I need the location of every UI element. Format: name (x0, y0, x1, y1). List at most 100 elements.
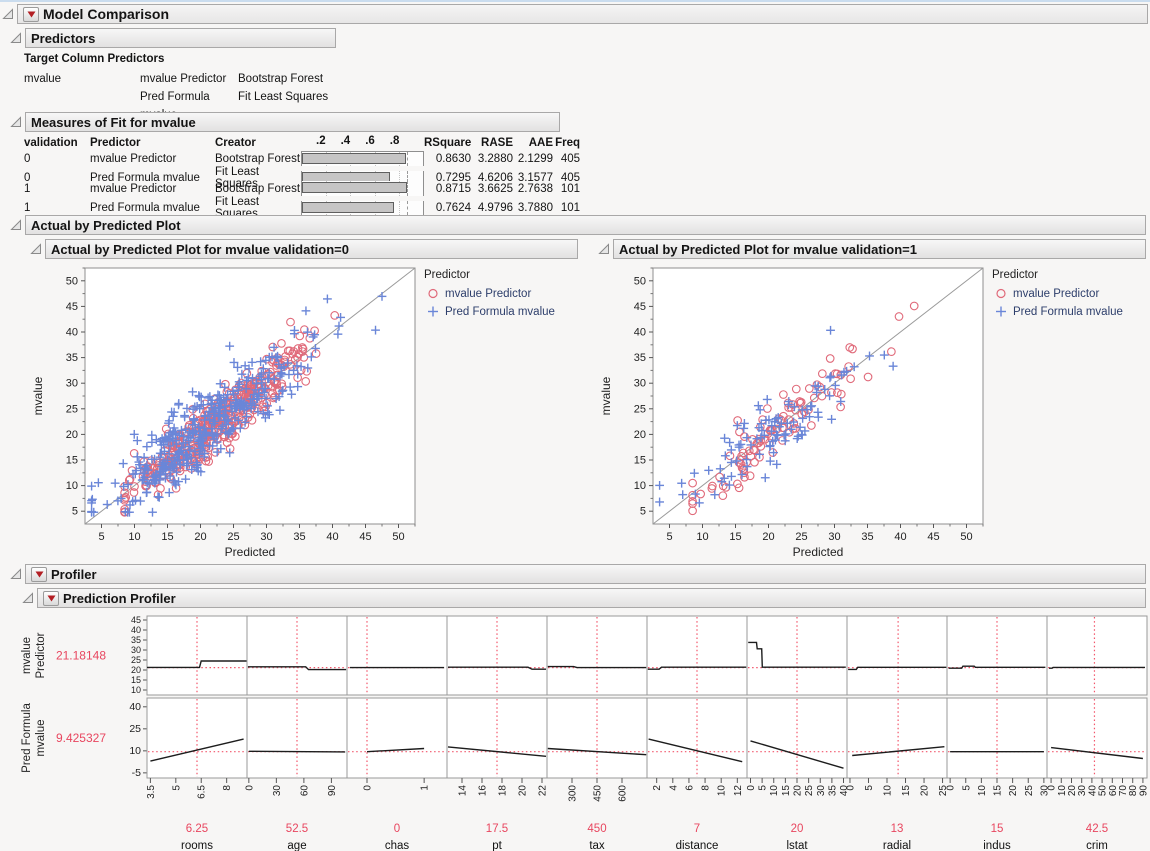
profiler-title-bar[interactable]: Profiler (25, 564, 1146, 584)
factor-current-value[interactable]: 6.25 (186, 823, 208, 835)
rsquare-bar-cell (301, 151, 424, 166)
scatter-plot-validation0[interactable]: 55101015152020252530303535404045455050Pr… (28, 262, 588, 562)
factor-current-value[interactable]: 0 (394, 823, 400, 835)
factor-name-label: indus (983, 840, 1011, 851)
disclosure-triangle-icon[interactable] (22, 592, 34, 604)
y-tick-label: 35 (634, 352, 646, 364)
actual-by-predicted-title-bar[interactable]: Actual by Predicted Plot (25, 215, 1146, 235)
section-title: Actual by Predicted Plot (31, 218, 181, 233)
scatter-plot-validation1[interactable]: 55101015152020252530303535404045455050Pr… (596, 262, 1150, 562)
profiler-panel[interactable] (347, 616, 447, 695)
measures-cell-num: 101 (553, 183, 580, 195)
x-tick-label: 45 (927, 531, 939, 543)
predictors-title-bar[interactable]: Predictors (25, 28, 336, 48)
profiler-y-tick-label: 10 (129, 745, 141, 757)
abp-validation1-header: Actual by Predicted Plot for mvalue vali… (598, 239, 1146, 259)
disclosure-triangle-icon[interactable] (10, 219, 22, 231)
profiler-panel[interactable] (347, 698, 447, 778)
profiler-panel[interactable] (847, 698, 947, 778)
y-tick-label: 10 (66, 480, 78, 492)
x-tick-label: 15 (161, 531, 173, 543)
measures-of-fit-title-bar[interactable]: Measures of Fit for mvalue (25, 112, 560, 132)
measures-cell-num: 405 (553, 153, 580, 165)
legend-item-label[interactable]: mvalue Predictor (1013, 288, 1099, 300)
bar-axis-tick-label: .4 (341, 135, 351, 147)
measures-col-header: Predictor (90, 137, 215, 149)
profiler-x-tick-label: 15 (781, 785, 792, 797)
legend-marker-circle[interactable] (429, 290, 437, 298)
x-tick-label: 15 (729, 531, 741, 543)
disclosure-triangle-icon[interactable] (10, 116, 22, 128)
red-triangle-menu-button[interactable] (23, 7, 39, 22)
profiler-x-tick-label: 450 (593, 785, 604, 802)
profiler-y-tick-label: 25 (129, 723, 141, 735)
profiler-x-tick-label: 16 (478, 785, 489, 797)
x-tick-label: 20 (194, 531, 206, 543)
legend-item-label[interactable]: Pred Formula mvalue (445, 306, 555, 318)
measures-cell-num: 0.8630 (424, 153, 471, 165)
measures-row[interactable]: 0Pred Formula mvalueFit Least Squares0.7… (24, 166, 580, 181)
measures-cell: 1 (24, 202, 90, 214)
prediction-profiler-plot[interactable]: mvaluePredictor21.181481015202530354045P… (0, 612, 1150, 851)
profiler-x-tick-label: 35 (827, 785, 838, 797)
red-triangle-menu-button[interactable] (43, 591, 59, 606)
y-tick-label: 40 (66, 327, 78, 339)
model-comparison-header: Model Comparison (2, 4, 1148, 24)
disclosure-triangle-icon[interactable] (598, 243, 610, 255)
factor-current-value[interactable]: 450 (587, 823, 606, 835)
profiler-row-label: Pred Formula (21, 703, 33, 773)
legend-item-label[interactable]: Pred Formula mvalue (1013, 306, 1123, 318)
abp-validation0-title-bar[interactable]: Actual by Predicted Plot for mvalue vali… (45, 239, 578, 259)
red-triangle-menu-button[interactable] (31, 567, 47, 582)
profiler-current-value[interactable]: 21.18148 (56, 649, 106, 663)
profile-trace (249, 751, 345, 752)
profiler-x-tick-label: 10 (977, 785, 988, 797)
profiler-x-tick-label: 4 (668, 785, 679, 791)
y-tick-label: 25 (66, 403, 78, 415)
measures-cell-num: 4.9796 (471, 202, 513, 214)
x-tick-label: 30 (260, 531, 272, 543)
factor-name-label: crim (1086, 840, 1108, 851)
factor-current-value[interactable]: 17.5 (486, 823, 508, 835)
factor-name-label: tax (589, 840, 605, 851)
measures-row[interactable]: 1mvalue PredictorBootstrap Forest0.87153… (24, 181, 580, 196)
disclosure-triangle-icon[interactable] (10, 568, 22, 580)
legend-marker-circle[interactable] (997, 290, 1005, 298)
x-tick-label: 5 (98, 531, 104, 543)
model-comparison-title-bar[interactable]: Model Comparison (17, 4, 1148, 24)
profiler-current-value[interactable]: 9.425327 (56, 731, 106, 745)
measures-row[interactable]: 1Pred Formula mvalueFit Least Squares0.7… (24, 196, 580, 211)
plot-title: Actual by Predicted Plot for mvalue vali… (619, 242, 917, 257)
factor-current-value[interactable]: 20 (791, 823, 804, 835)
y-tick-label: 5 (640, 506, 646, 518)
profiler-panel[interactable] (1047, 616, 1147, 695)
measures-header-row: validationPredictorCreator.2.4.6.8RSquar… (24, 134, 580, 151)
measures-cell-num: 2.7638 (513, 183, 553, 195)
profiler-panel[interactable] (1047, 698, 1147, 778)
profiler-x-tick-label: 18 (498, 785, 509, 797)
factor-current-value[interactable]: 13 (891, 823, 904, 835)
bar-axis-tick-label: .2 (316, 135, 326, 147)
abp-validation1-title-bar[interactable]: Actual by Predicted Plot for mvalue vali… (613, 239, 1146, 259)
y-tick-label: 30 (634, 378, 646, 390)
disclosure-triangle-icon[interactable] (30, 243, 42, 255)
factor-current-value[interactable]: 52.5 (286, 823, 308, 835)
factor-current-value[interactable]: 7 (694, 823, 700, 835)
profiler-panel[interactable] (847, 616, 947, 695)
section-title: Measures of Fit for mvalue (31, 115, 196, 130)
profiler-x-tick-label: 5 (758, 785, 769, 791)
legend-item-label[interactable]: mvalue Predictor (445, 288, 531, 300)
actual-by-predicted-header: Actual by Predicted Plot (10, 215, 1146, 235)
x-axis-label: Predicted (793, 545, 844, 559)
disclosure-triangle-icon[interactable] (2, 8, 14, 20)
factor-current-value[interactable]: 15 (991, 823, 1004, 835)
measures-row[interactable]: 0mvalue PredictorBootstrap Forest0.86303… (24, 151, 580, 166)
predictors-row: mvaluemvalue PredictorBootstrap Forest (24, 70, 328, 88)
x-tick-label: 35 (293, 531, 305, 543)
prediction-profiler-title-bar[interactable]: Prediction Profiler (37, 588, 1146, 608)
profiler-y-tick-label: -5 (132, 767, 141, 779)
factor-current-value[interactable]: 42.5 (1086, 823, 1108, 835)
disclosure-triangle-icon[interactable] (10, 32, 22, 44)
rsquare-bar-cell (301, 181, 424, 196)
y-tick-label: 25 (634, 403, 646, 415)
